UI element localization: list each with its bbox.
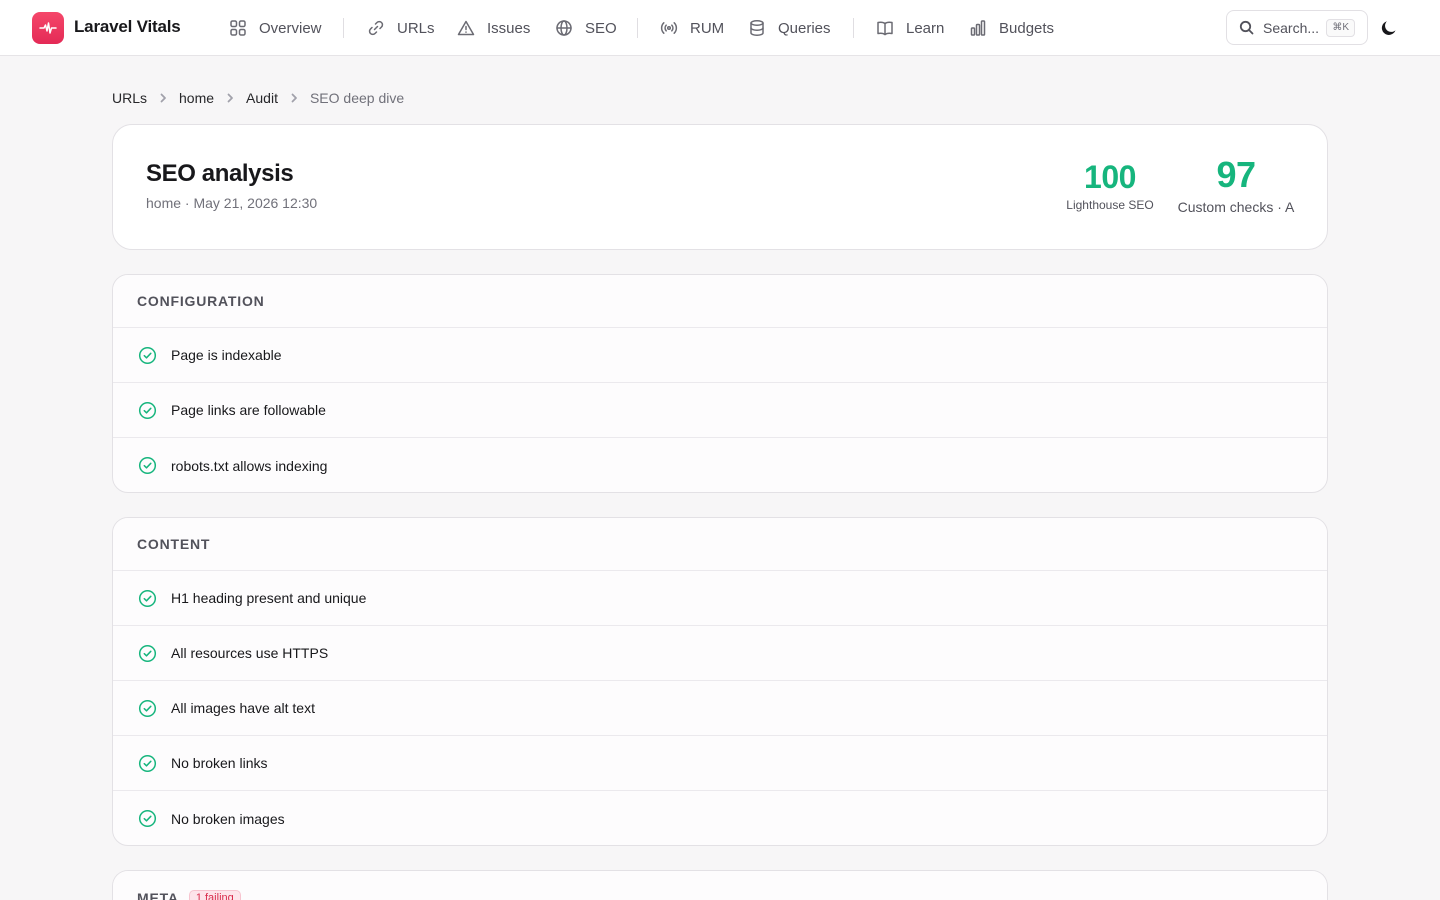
- section-header: CONTENT: [113, 518, 1327, 571]
- section-title: META: [137, 889, 179, 900]
- globe-icon: [556, 20, 572, 36]
- section-content: CONTENT H1 heading present and unique Al…: [112, 517, 1328, 846]
- nav-label: SEO: [585, 19, 617, 37]
- chevron-right-icon: [224, 92, 236, 104]
- search-shortcut: ⌘K: [1326, 19, 1355, 37]
- check-label: No broken links: [171, 755, 268, 771]
- lighthouse-seo-score: 100 Lighthouse SEO: [1062, 161, 1158, 212]
- section-header: CONFIGURATION: [113, 275, 1327, 328]
- link-icon: [368, 20, 384, 36]
- page-title: SEO analysis: [146, 160, 294, 187]
- nav-label: Learn: [906, 19, 945, 37]
- nav-label: Overview: [259, 19, 322, 37]
- section-configuration: CONFIGURATION Page is indexable Page lin…: [112, 274, 1328, 493]
- check-row[interactable]: H1 heading present and unique: [113, 571, 1327, 626]
- check-label: No broken images: [171, 810, 285, 827]
- failing-badge: 1 failing: [188, 889, 241, 900]
- check-row[interactable]: Page is indexable: [113, 328, 1327, 383]
- nav-label: Queries: [778, 19, 831, 37]
- check-circle-icon: [138, 754, 157, 772]
- nav-rum[interactable]: RUM: [660, 17, 724, 39]
- nav-divider: [343, 18, 344, 38]
- check-row[interactable]: No broken links: [113, 736, 1327, 791]
- nav-overview[interactable]: Overview: [229, 17, 322, 39]
- theme-toggle-button[interactable]: [1378, 17, 1400, 39]
- check-row[interactable]: robots.txt allows indexing: [113, 438, 1327, 492]
- score-value: 97: [1216, 154, 1256, 195]
- warning-icon: [457, 20, 475, 36]
- search-placeholder: Search...: [1263, 19, 1320, 36]
- nav-divider: [853, 18, 854, 38]
- chevron-right-icon: [288, 92, 300, 104]
- seo-summary-card: SEO analysis home · May 21, 2026 12:30 1…: [112, 124, 1328, 250]
- moon-icon: [1381, 21, 1396, 35]
- check-label: H1 heading present and unique: [171, 590, 367, 606]
- check-label: robots.txt allows indexing: [171, 457, 328, 474]
- chevron-right-icon: [157, 92, 169, 104]
- brand-name[interactable]: Laravel Vitals: [74, 17, 181, 37]
- nav-divider: [637, 18, 638, 38]
- breadcrumb-current: SEO deep dive: [309, 90, 405, 106]
- check-circle-icon: [138, 699, 157, 717]
- score-label: Lighthouse SEO: [1066, 198, 1154, 212]
- section-title: CONTENT: [137, 536, 211, 552]
- breadcrumb-urls[interactable]: URLs: [112, 90, 147, 106]
- broadcast-icon: [660, 22, 678, 34]
- nav-label: RUM: [690, 19, 725, 37]
- breadcrumb-home[interactable]: home: [179, 90, 214, 106]
- check-label: All images have alt text: [171, 700, 315, 716]
- nav-label: Budgets: [999, 19, 1055, 37]
- nav-seo[interactable]: SEO: [555, 17, 617, 39]
- section-header: META 1 failing: [113, 871, 1327, 900]
- score-label: Custom checks · A: [1177, 199, 1295, 215]
- bar-chart-icon: [970, 20, 986, 36]
- top-navigation: Laravel Vitals Overview URLs Issues SEO …: [0, 0, 1440, 56]
- check-circle-icon: [138, 589, 157, 607]
- check-label: Page links are followable: [171, 402, 326, 418]
- check-circle-icon: [138, 456, 157, 475]
- page-subtitle: home · May 21, 2026 12:30: [146, 195, 318, 211]
- nav-label: URLs: [397, 19, 435, 37]
- nav-queries[interactable]: Queries: [748, 17, 831, 39]
- check-row[interactable]: All images have alt text: [113, 681, 1327, 736]
- database-icon: [750, 20, 764, 36]
- nav-learn[interactable]: Learn: [876, 17, 944, 39]
- logo-icon[interactable]: [32, 12, 64, 44]
- score-value: 100: [1084, 159, 1136, 195]
- check-circle-icon: [138, 644, 157, 662]
- nav-label: Issues: [487, 19, 531, 37]
- check-label: All resources use HTTPS: [171, 645, 329, 661]
- check-circle-icon: [138, 401, 157, 419]
- grid-icon: [230, 20, 246, 36]
- custom-checks-score: 97 Custom checks · A: [1175, 154, 1297, 216]
- check-circle-icon: [138, 346, 157, 364]
- section-title: CONFIGURATION: [137, 293, 265, 309]
- breadcrumb-audit[interactable]: Audit: [246, 90, 278, 106]
- nav-issues[interactable]: Issues: [457, 17, 530, 39]
- nav-budgets[interactable]: Budgets: [969, 17, 1054, 39]
- check-row[interactable]: Page links are followable: [113, 383, 1327, 438]
- section-meta: META 1 failing: [112, 870, 1328, 900]
- search-icon: [1239, 20, 1254, 35]
- check-circle-icon: [138, 809, 157, 828]
- breadcrumb: URLs home Audit SEO deep dive: [112, 89, 404, 107]
- nav-urls[interactable]: URLs: [367, 17, 435, 39]
- check-row[interactable]: No broken images: [113, 791, 1327, 845]
- check-row[interactable]: All resources use HTTPS: [113, 626, 1327, 681]
- check-label: Page is indexable: [171, 347, 282, 363]
- book-icon: [877, 21, 893, 36]
- search-button[interactable]: Search... ⌘K: [1226, 10, 1368, 45]
